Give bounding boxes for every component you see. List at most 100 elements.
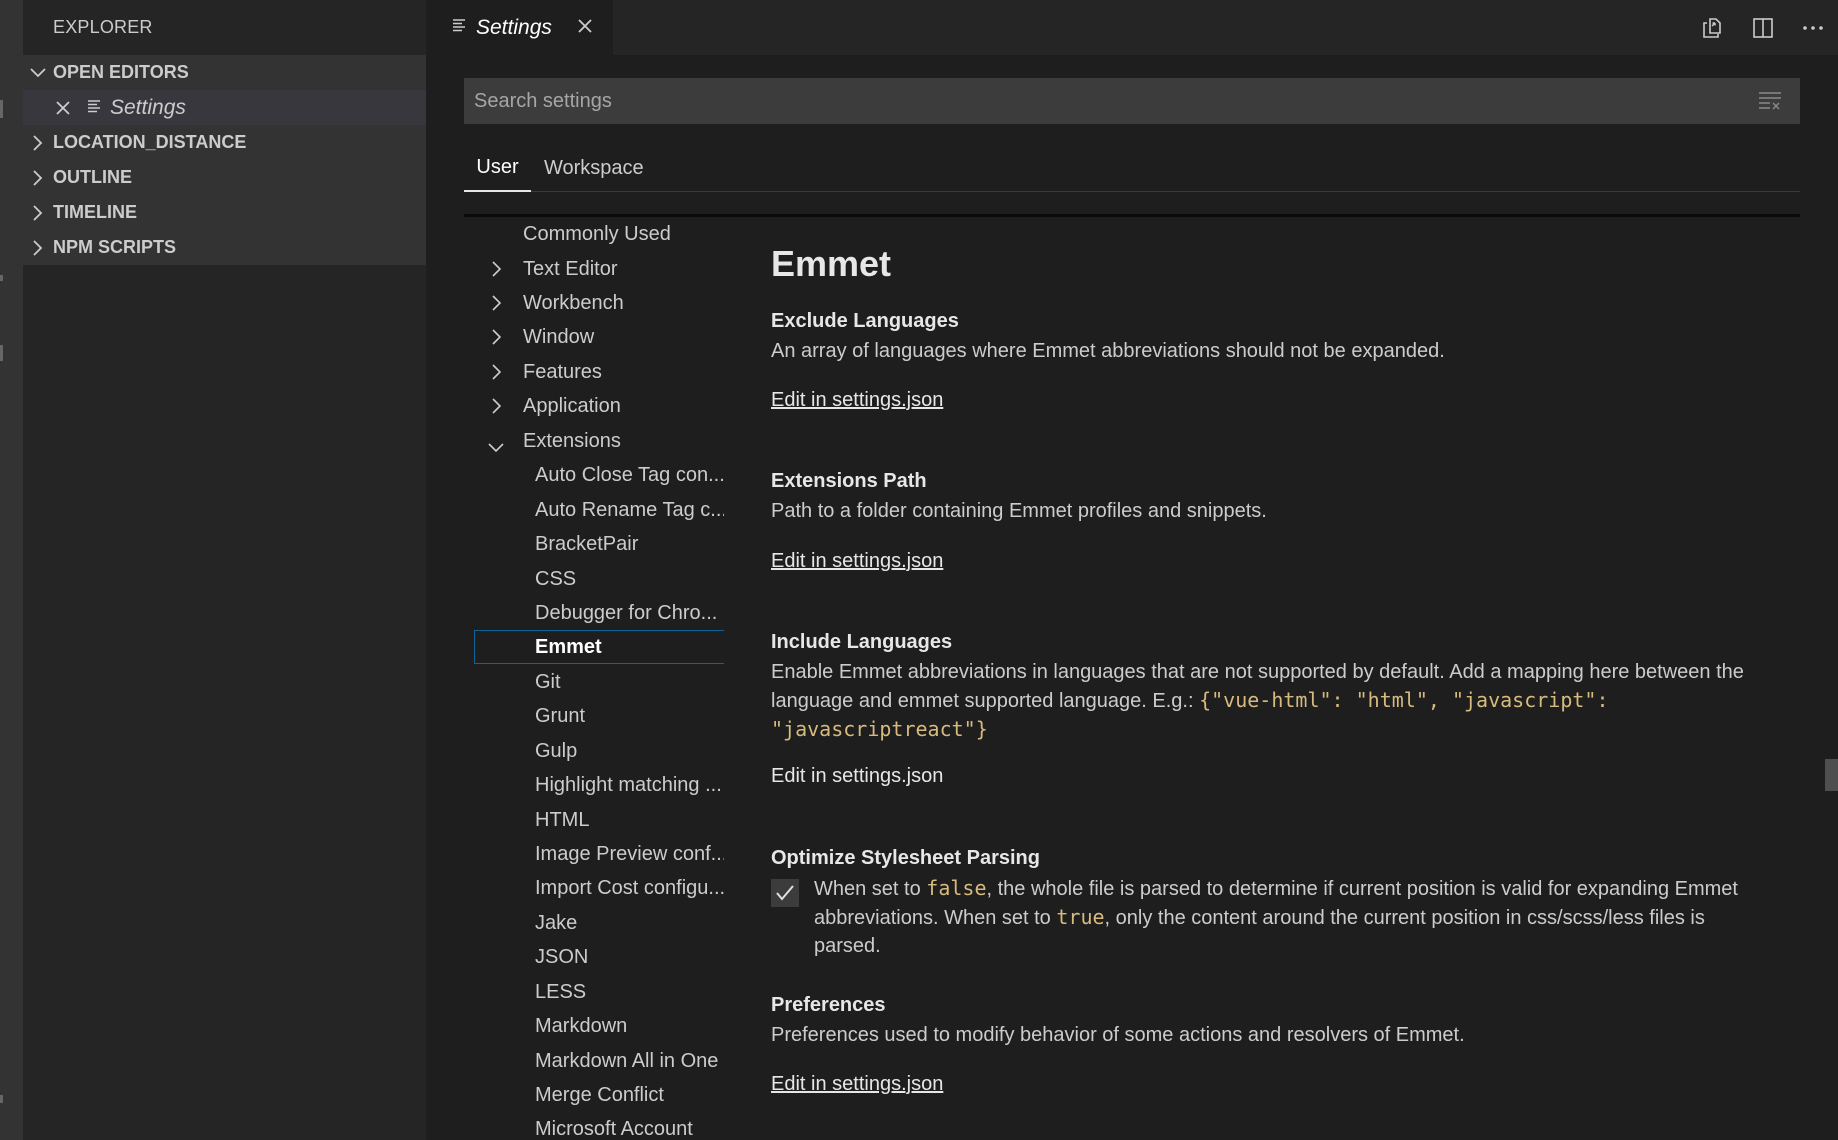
toc-ext-item[interactable]: LESS xyxy=(464,975,716,1009)
toc-ext-item[interactable]: Auto Close Tag con... xyxy=(464,458,724,492)
code-snippet: "javascriptreact"} xyxy=(771,717,988,741)
section-open-editors[interactable]: OPEN EDITORS xyxy=(23,55,426,90)
toc-ext-item[interactable]: Highlight matching ... xyxy=(464,768,722,802)
toc-label: Window xyxy=(523,325,595,348)
toc-ext-item[interactable]: Jake xyxy=(464,906,716,940)
chevron-down-icon xyxy=(23,67,53,78)
section-label: OUTLINE xyxy=(53,167,132,187)
open-editor-item-settings[interactable]: Settings xyxy=(23,90,426,125)
section-label: LOCATION_DISTANCE xyxy=(53,132,247,152)
toc-ext-item[interactable]: Debugger for Chro... xyxy=(464,596,718,630)
desc-text: language and emmet supported language. E… xyxy=(771,690,1200,712)
toc-label: Jake xyxy=(535,911,578,934)
toc-item-window[interactable]: Window xyxy=(464,320,716,354)
chevron-right-icon xyxy=(23,204,53,221)
more-icon[interactable] xyxy=(1788,0,1838,55)
toc-label: Application xyxy=(523,394,621,417)
toc-ext-item[interactable]: Gulp xyxy=(464,734,716,768)
toc-ext-item[interactable]: Markdown xyxy=(464,1009,716,1043)
toc-label: Image Preview conf... xyxy=(535,842,724,865)
sidebar: EXPLORER OPEN EDITORS Settings LOCATION_… xyxy=(23,0,426,1140)
code-snippet: false xyxy=(926,876,987,900)
edit-in-settings-json-link[interactable]: Edit in settings.json xyxy=(771,550,943,573)
clear-filter-icon[interactable] xyxy=(1758,90,1782,115)
chevron-right-icon xyxy=(492,294,502,317)
setting-title-include-languages: Include Languages xyxy=(771,631,953,653)
code-snippet: true xyxy=(1056,905,1105,929)
activity-marker xyxy=(0,345,3,361)
toc-label: Merge Conflict xyxy=(535,1083,664,1106)
section-location-distance[interactable]: LOCATION_DISTANCE xyxy=(23,125,426,160)
chevron-right-icon xyxy=(492,397,502,420)
split-editor-icon[interactable] xyxy=(1738,0,1788,55)
activity-marker xyxy=(0,275,3,281)
setting-title-extensions-path: Extensions Path xyxy=(771,470,927,492)
section-timeline[interactable]: TIMELINE xyxy=(23,195,426,230)
edit-in-settings-json-link[interactable]: Edit in settings.json xyxy=(771,1073,943,1096)
toc-label: Debugger for Chro... xyxy=(535,601,718,624)
toc-ext-item[interactable]: CSS xyxy=(464,562,716,596)
toc-label: Text Editor xyxy=(523,257,618,280)
toc-label: HTML xyxy=(535,808,590,831)
open-file-icon[interactable] xyxy=(1688,0,1738,55)
toc-item-workbench[interactable]: Workbench xyxy=(464,286,716,320)
chevron-down-icon xyxy=(488,436,504,459)
editor-area: Settings User Workspace xyxy=(426,0,1838,1140)
toc-label: Markdown xyxy=(535,1014,628,1037)
toc-label: Markdown All in One xyxy=(535,1049,719,1072)
toc-ext-item[interactable]: BracketPair xyxy=(464,527,716,561)
toc-label: Emmet xyxy=(535,635,602,658)
check-icon xyxy=(776,885,794,901)
activity-marker xyxy=(0,100,3,118)
toc-label: Extensions xyxy=(523,429,621,452)
setting-desc: Preferences used to modify behavior of s… xyxy=(771,1024,1465,1046)
toc-item-text-editor[interactable]: Text Editor xyxy=(464,252,716,286)
edit-in-settings-json-link[interactable]: Edit in settings.json xyxy=(771,389,943,412)
toc-ext-item[interactable]: Microsoft Account xyxy=(464,1112,716,1140)
toc-ext-item-selected[interactable]: Emmet xyxy=(474,630,724,664)
optimize-stylesheet-checkbox[interactable] xyxy=(771,879,799,907)
close-icon[interactable] xyxy=(576,17,594,40)
toc-ext-item[interactable]: Merge Conflict xyxy=(464,1078,716,1112)
toc-label: Auto Rename Tag c... xyxy=(535,498,724,521)
desc-text: When set to xyxy=(814,878,927,900)
tab-label: Settings xyxy=(476,15,552,39)
toc-item-features[interactable]: Features xyxy=(464,355,716,389)
desc-text: , the whole file is parsed to determine … xyxy=(986,878,1738,900)
tab-workspace[interactable]: Workspace xyxy=(544,145,644,192)
toc-label: Import Cost configu... xyxy=(535,876,724,899)
toc-item-application[interactable]: Application xyxy=(464,389,716,423)
tab-settings[interactable]: Settings xyxy=(426,0,613,55)
section-npm-scripts[interactable]: NPM SCRIPTS xyxy=(23,230,426,265)
setting-title-optimize-stylesheet-parsing: Optimize Stylesheet Parsing xyxy=(771,847,1040,869)
toc-ext-item[interactable]: Git xyxy=(464,665,716,699)
open-editor-label: Settings xyxy=(110,95,186,119)
search-input[interactable] xyxy=(474,89,1734,113)
sidebar-title: EXPLORER xyxy=(53,17,153,37)
toc-ext-item[interactable]: HTML xyxy=(464,803,716,837)
close-icon[interactable] xyxy=(53,100,73,115)
settings-toc: Commonly Used Text Editor Workbench Wind… xyxy=(464,217,724,1140)
toc-ext-item[interactable]: Import Cost configu... xyxy=(464,871,724,905)
tab-user[interactable]: User xyxy=(464,145,531,192)
toc-ext-item[interactable]: Auto Rename Tag c... xyxy=(464,493,724,527)
edit-in-settings-json-link[interactable]: Edit in settings.json xyxy=(771,765,943,788)
toc-item-extensions[interactable]: Extensions xyxy=(464,424,716,458)
toc-ext-item[interactable]: Image Preview conf... xyxy=(464,837,724,871)
setting-desc: An array of languages where Emmet abbrev… xyxy=(771,340,1445,362)
toc-item-commonly-used[interactable]: Commonly Used xyxy=(464,217,716,251)
toc-label: Gulp xyxy=(535,739,578,762)
settings-content: Emmet Exclude Languages An array of lang… xyxy=(771,217,1781,1140)
toc-ext-item[interactable]: Grunt xyxy=(464,699,716,733)
section-heading: Emmet xyxy=(771,243,892,284)
toc-ext-item[interactable]: JSON xyxy=(464,940,716,974)
section-label: OPEN EDITORS xyxy=(53,62,189,82)
setting-desc: Enable Emmet abbreviations in languages … xyxy=(771,658,1771,744)
desc-text: Enable Emmet abbreviations in languages … xyxy=(771,661,1744,683)
lines-icon xyxy=(452,18,466,37)
toc-ext-item[interactable]: Markdown All in One xyxy=(464,1044,719,1078)
scrollbar-thumb[interactable] xyxy=(1825,759,1838,791)
section-outline[interactable]: OUTLINE xyxy=(23,160,426,195)
setting-title-preferences: Preferences xyxy=(771,994,886,1016)
setting-desc: When set to false, the whole file is par… xyxy=(814,874,1774,960)
